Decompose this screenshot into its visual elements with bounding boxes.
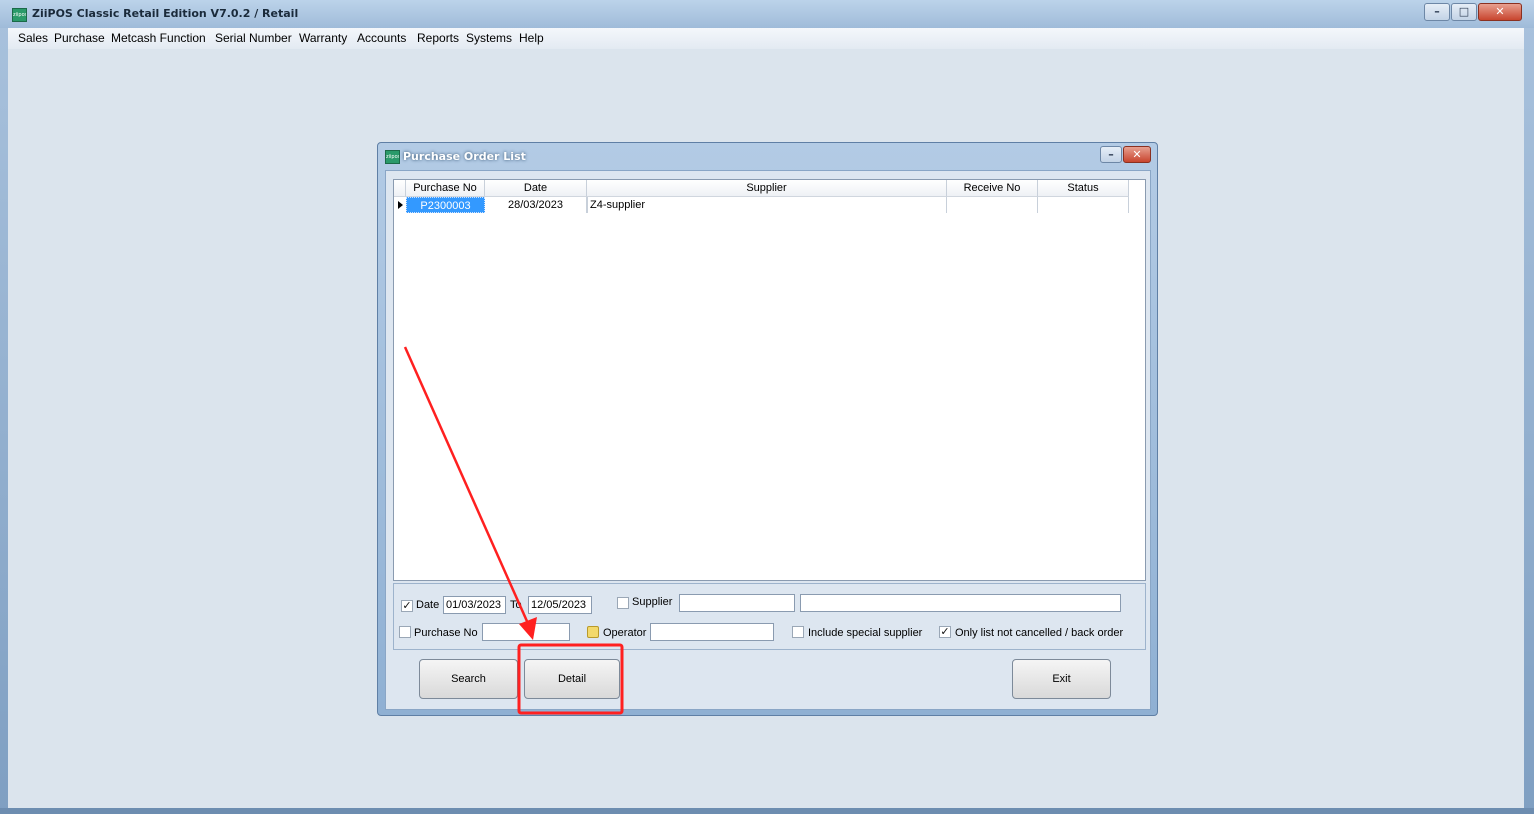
operator-field[interactable] [650,623,774,641]
date-from-field[interactable]: 01/03/2023 [443,596,506,614]
window-controls: – □ ✕ [1423,3,1522,21]
column-header-supplier[interactable]: Supplier [587,180,947,197]
column-header-date[interactable]: Date [485,180,587,197]
exit-button[interactable]: Exit [1012,659,1111,699]
column-header-status[interactable]: Status [1038,180,1129,197]
app-logo-icon: ziipos [12,8,27,22]
dialog-minimize-button[interactable]: – [1100,146,1122,163]
row-indicator-header [394,180,406,197]
operator-label: Operator [603,627,647,639]
table-cell-supplier[interactable]: Z4-supplier [587,197,947,213]
menu-help[interactable]: Help [519,31,544,45]
menu-serial-number[interactable]: Serial Number [215,31,292,45]
maximize-icon: □ [1458,5,1470,18]
date-to-field[interactable]: 12/05/2023 [528,596,592,614]
close-button[interactable]: ✕ [1478,3,1522,21]
close-icon: ✕ [1132,148,1142,161]
purchase-order-grid[interactable]: Purchase No Date Supplier Receive No Sta… [393,179,1146,581]
maximize-button[interactable]: □ [1451,3,1477,21]
table-cell-date[interactable]: 28/03/2023 [485,197,587,213]
filter-panel: ✓ Date 01/03/2023 To 12/05/2023 Supplier… [393,583,1146,650]
dialog-window-controls: – ✕ [1099,146,1151,163]
operator-checkbox[interactable] [587,626,599,638]
current-row-indicator-icon [398,201,403,209]
menu-bar: Sales Purchase Metcash Function Serial N… [8,28,1524,49]
detail-button[interactable]: Detail [524,659,620,699]
menu-metcash-function[interactable]: Metcash Function [111,31,206,45]
table-cell-purchase-no[interactable]: P2300003 [406,197,485,213]
supplier-name-field[interactable] [800,594,1121,612]
search-button[interactable]: Search [419,659,518,699]
title-bar: ziipos ZiiPOS Classic Retail Edition V7.… [0,0,1534,28]
include-special-supplier-checkbox[interactable] [792,626,804,638]
dialog-close-button[interactable]: ✕ [1123,146,1151,163]
menu-reports[interactable]: Reports [417,31,459,45]
minimize-button[interactable]: – [1424,3,1450,21]
menu-systems[interactable]: Systems [466,31,512,45]
column-header-purchase-no[interactable]: Purchase No [406,180,485,197]
menu-sales[interactable]: Sales [18,31,48,45]
dialog-logo-icon: ziipos [385,150,400,164]
to-label: To [510,599,522,611]
table-cell-status[interactable] [1038,197,1129,213]
purchase-order-list-dialog: ziipos Purchase Order List – ✕ Purchase … [377,142,1158,716]
purchase-no-label: Purchase No [414,627,478,639]
purchase-no-checkbox[interactable] [399,626,411,638]
minimize-icon: – [1108,148,1114,161]
only-not-cancelled-label: Only list not cancelled / back order [955,627,1124,639]
menu-accounts[interactable]: Accounts [357,31,406,45]
date-label: Date [416,599,440,611]
dialog-title: Purchase Order List [403,150,526,163]
table-cell-receive-no[interactable] [947,197,1038,213]
supplier-checkbox[interactable] [617,597,629,609]
close-icon: ✕ [1495,5,1505,18]
dialog-body: Purchase No Date Supplier Receive No Sta… [385,170,1151,710]
minimize-icon: – [1434,5,1440,18]
purchase-no-field[interactable] [482,623,570,641]
only-not-cancelled-checkbox[interactable]: ✓ [939,626,951,638]
column-header-receive-no[interactable]: Receive No [947,180,1038,197]
menu-purchase[interactable]: Purchase [54,31,105,45]
menu-warranty[interactable]: Warranty [299,31,347,45]
window-title: ZiiPOS Classic Retail Edition V7.0.2 / R… [32,7,299,20]
include-special-supplier-label: Include special supplier [808,627,923,639]
bottom-border [0,808,1534,814]
date-checkbox[interactable]: ✓ [401,600,413,612]
supplier-code-field[interactable] [679,594,795,612]
supplier-label: Supplier [632,596,673,608]
